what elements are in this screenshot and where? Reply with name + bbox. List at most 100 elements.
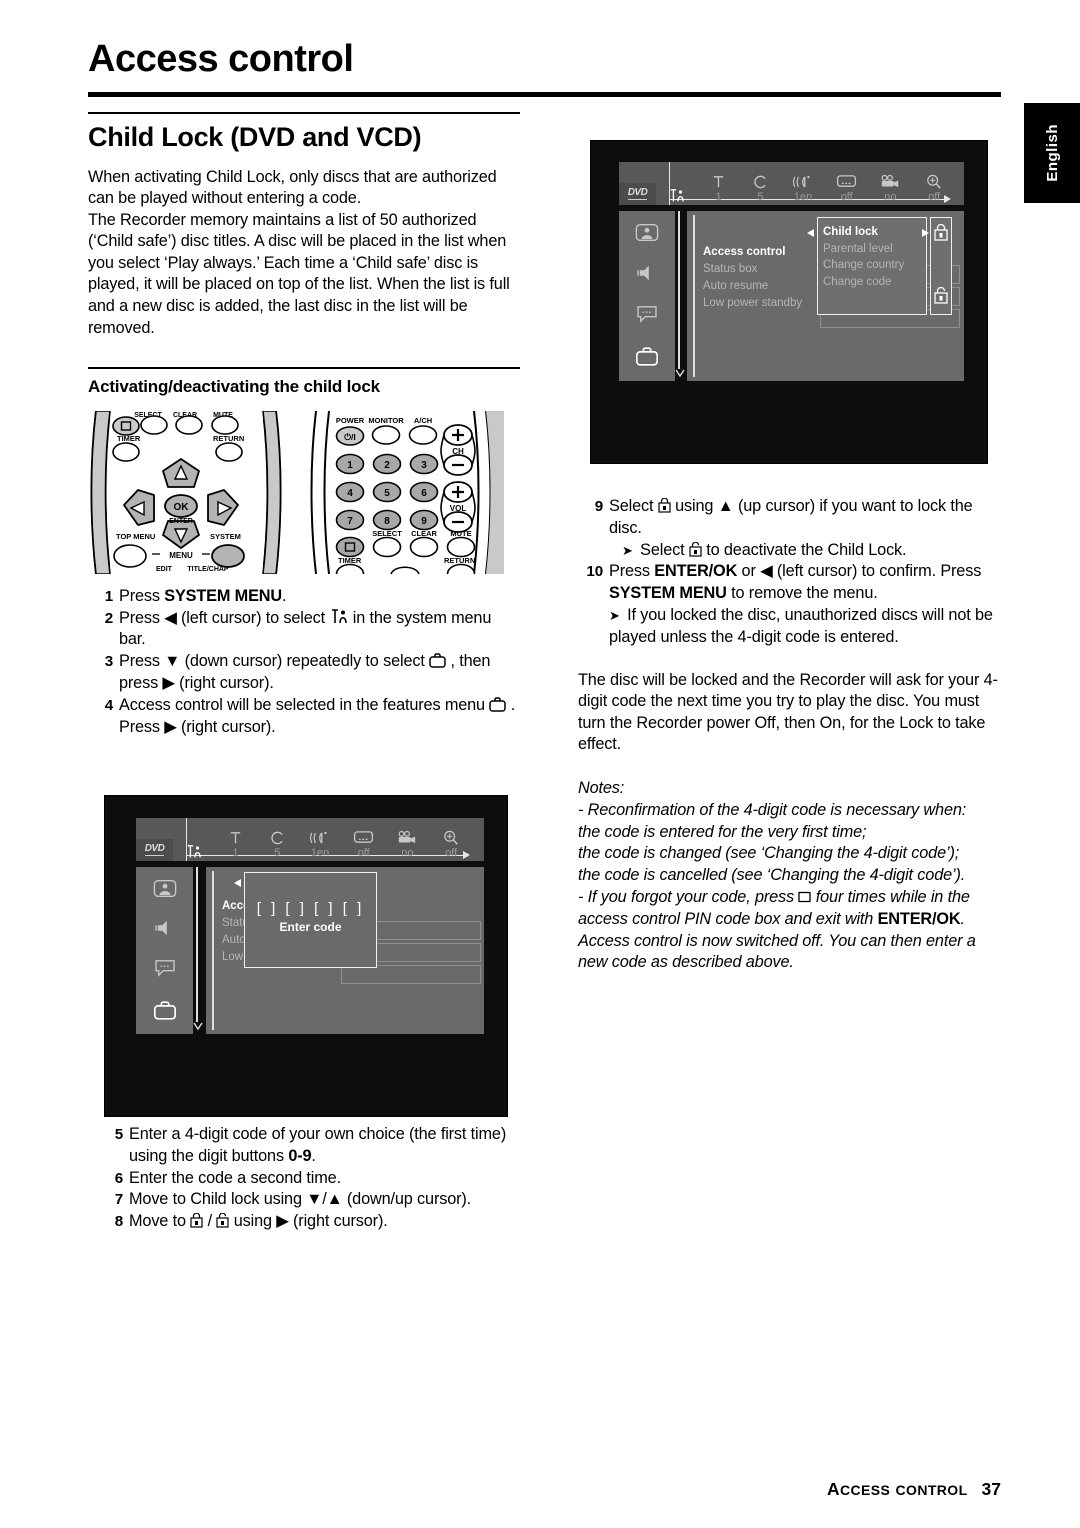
features-case-icon[interactable] [619, 346, 675, 367]
subsection-divider [88, 367, 520, 369]
features-item-status-box[interactable]: Status box [703, 261, 802, 278]
language-tab-label: English [1043, 124, 1061, 182]
osd-item-title[interactable]: 1 [698, 173, 740, 204]
features-item-low-power-standby[interactable]: Low power standby [703, 295, 802, 312]
svg-text:MONITOR: MONITOR [368, 416, 404, 425]
step-number: 6 [114, 1169, 123, 1187]
intro-paragraph-2: The Recorder memory maintains a list of … [88, 210, 510, 337]
osd-item-satellite[interactable] [173, 843, 215, 860]
language-icon[interactable] [136, 959, 193, 977]
step-text: Access control will be selected in the f… [119, 695, 516, 736]
osd-item-subtitle[interactable]: off [342, 829, 386, 860]
svg-text:MENU: MENU [169, 551, 193, 560]
features-case-icon[interactable] [136, 1000, 193, 1021]
section-title: Child Lock (DVD and VCD) [88, 121, 422, 152]
camera-angle-icon [869, 173, 913, 190]
step-5: 5 Enter a 4-digit code of your own choic… [98, 1124, 523, 1168]
svg-text:MUTE: MUTE [450, 529, 471, 538]
osd-item-value: off [928, 191, 941, 203]
osd-item-value: no [401, 847, 414, 859]
osd-item-zoom[interactable]: off [912, 173, 956, 204]
dvd-logo: DVD [627, 187, 648, 200]
svg-text:6: 6 [421, 488, 427, 499]
svg-text:9: 9 [421, 516, 427, 527]
osd-item-zoom[interactable]: off [429, 829, 473, 860]
submenu-item-change-country[interactable]: Change country [818, 257, 926, 274]
osd-item-value: off [840, 191, 853, 203]
picture-icon[interactable] [619, 223, 675, 242]
svg-text:3: 3 [421, 460, 427, 471]
code-brackets[interactable]: [ ] [ ] [ ] [ ] [245, 899, 376, 919]
notes-heading: Notes: [578, 778, 625, 797]
step-text: Select using ▲ (up cursor) if you want t… [609, 497, 973, 537]
satellite-icon [332, 608, 348, 623]
osd-category-sidebar [619, 211, 675, 381]
section-divider [88, 112, 520, 114]
notes-line-1: the code is entered for the very first t… [578, 822, 867, 841]
step-number: 5 [114, 1126, 123, 1143]
note-forgot-code: - If you forgot your code, press four ti… [578, 887, 976, 972]
osd-item-title[interactable]: 1 [215, 829, 257, 860]
features-item-access-control[interactable]: Access control [703, 244, 802, 261]
sound-icon[interactable] [136, 919, 193, 937]
lock-closed-icon [190, 1213, 203, 1228]
picture-icon[interactable] [136, 879, 193, 898]
satellite-dish-icon [656, 187, 698, 204]
osd-item-value: off [445, 847, 458, 859]
language-tab: English [1024, 103, 1080, 203]
access-control-submenu: Child lock Parental level Change country… [817, 217, 927, 315]
lock-closed-icon[interactable] [934, 223, 948, 246]
step-number: 9 [594, 498, 603, 515]
zoom-icon [429, 829, 473, 846]
osd-item-chapter[interactable]: 5 [739, 173, 781, 204]
steps-1-4: 1 Press SYSTEM MENU. 2 Press ◀ (left cur… [88, 586, 520, 739]
step-10-note: ➤ If you locked the disc, unauthorized d… [609, 605, 993, 646]
svg-text:EDIT: EDIT [156, 566, 173, 573]
disc-type-indicator: DVD [619, 183, 656, 205]
chevron-down-icon [193, 1022, 203, 1031]
osd-item-audio[interactable]: 1en [781, 173, 825, 204]
osd-item-value: 1 [232, 847, 239, 859]
steps-5-8: 5 Enter a 4-digit code of your own choic… [98, 1124, 523, 1233]
step-number: 4 [104, 696, 113, 714]
submenu-item-child-lock[interactable]: Child lock [818, 218, 926, 241]
svg-text:5: 5 [384, 488, 390, 499]
step-3: 3 Press ▼ (down cursor) repeatedly to se… [88, 651, 520, 695]
submenu-item-parental-level[interactable]: Parental level [818, 241, 926, 258]
svg-text:SYSTEM: SYSTEM [210, 532, 241, 541]
osd-item-satellite[interactable] [656, 187, 698, 204]
sound-icon[interactable] [619, 264, 675, 282]
step-9-note: ➤ Select to deactivate the Child Lock. [622, 540, 907, 559]
features-item-auto-resume[interactable]: Auto resume [703, 278, 802, 295]
svg-text:⏻/I: ⏻/I [344, 432, 355, 442]
lock-open-icon[interactable] [934, 286, 948, 309]
language-icon[interactable] [619, 305, 675, 323]
step-number: 3 [104, 653, 113, 671]
osd-menu-bar-items: 1 5 1en off no off [173, 820, 473, 860]
osd-sidebar-scrollbar[interactable] [675, 211, 685, 381]
arrow-bullet-icon: ➤ [622, 542, 633, 558]
step-9: 9 Select using ▲ (up cursor) if you want… [578, 496, 1006, 561]
osd-item-angle[interactable]: no [386, 829, 430, 860]
step-text: Press ▼ (down cursor) repeatedly to sele… [119, 652, 491, 692]
step-text: Move to / using ▶ (right cursor). [129, 1212, 388, 1231]
osd-item-value: 5 [274, 847, 281, 859]
case-icon [429, 653, 446, 668]
osd-item-subtitle[interactable]: off [825, 173, 869, 204]
osd-item-value: 1en [310, 847, 330, 859]
osd-sidebar-scrollbar[interactable] [193, 867, 203, 1034]
subtitle-icon [342, 829, 386, 846]
submenu-item-change-code[interactable]: Change code [818, 274, 926, 291]
svg-text:SELECT: SELECT [372, 529, 402, 538]
zoom-icon [912, 173, 956, 190]
osd-item-audio[interactable]: 1en [298, 829, 342, 860]
page-title: Access control [88, 38, 354, 80]
step-6: 6 Enter the code a second time. [98, 1168, 523, 1190]
footer-section-name: ACCESS CONTROL [826, 1479, 968, 1499]
osd-item-chapter[interactable]: 5 [256, 829, 298, 860]
step-number: 10 [586, 563, 603, 581]
step-10: 10 Press ENTER/OK or ◀ (left cursor) to … [578, 561, 1006, 648]
osd-item-angle[interactable]: no [869, 173, 913, 204]
case-icon [489, 696, 507, 712]
osd-panel-rule [212, 871, 214, 1030]
